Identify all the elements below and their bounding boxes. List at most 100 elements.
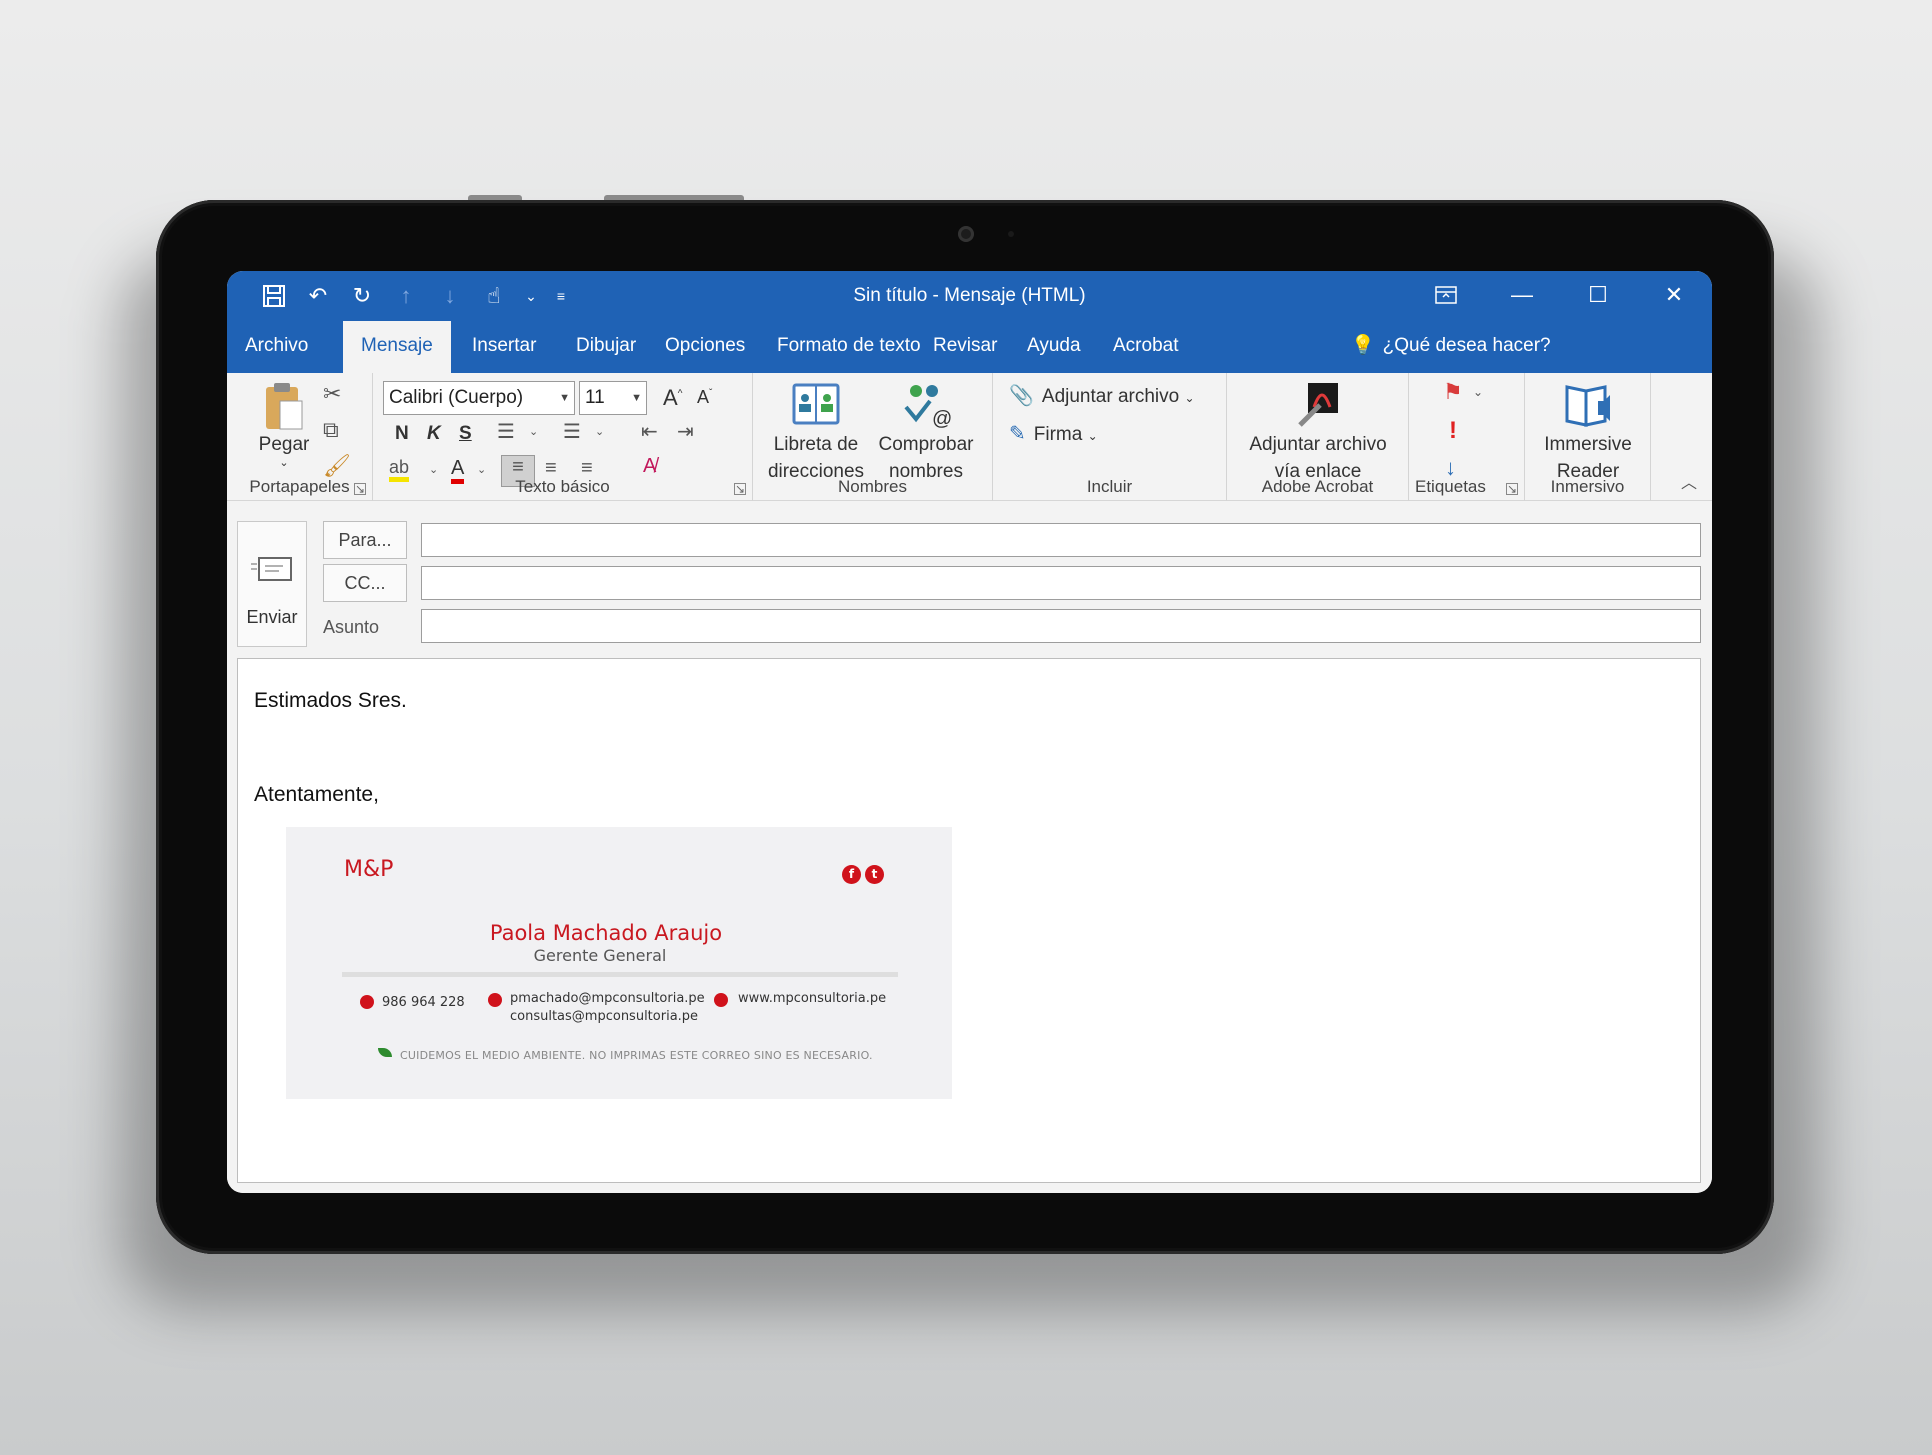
group-include: 📎 Adjuntar archivo ⌄ ✎ Firma ⌄ Incluir	[993, 373, 1227, 501]
to-field[interactable]	[421, 523, 1701, 557]
ribbon: Pegar ⌄ ✂ ⧉ 🖌 Portapapeles ↘ Calibri (Cu…	[227, 373, 1712, 501]
tab-opciones[interactable]: Opciones	[647, 321, 763, 373]
tab-acrobat[interactable]: Acrobat	[1095, 321, 1196, 373]
maximize-icon[interactable]: ☐	[1560, 277, 1636, 313]
paste-icon	[260, 381, 308, 430]
chevron-down-icon[interactable]: ⌄	[429, 463, 438, 476]
underline-button[interactable]: S	[459, 423, 472, 445]
numbering-icon[interactable]: ☰	[563, 419, 581, 444]
signature-email-2[interactable]: consultas@mpconsultoria.pe	[510, 1009, 698, 1024]
leaf-icon	[378, 1048, 392, 1057]
immersive-reader-button[interactable]: Immersive Reader	[1531, 381, 1645, 485]
group-names: Libreta de direcciones @ Comprobar nombr…	[753, 373, 993, 501]
clear-formatting-icon[interactable]: A̸	[643, 455, 656, 478]
close-icon[interactable]: ✕	[1636, 277, 1712, 313]
high-importance-icon[interactable]: !	[1449, 417, 1457, 445]
divider	[342, 972, 898, 977]
collapse-ribbon-icon[interactable]: ︿	[1681, 469, 1697, 493]
group-label: Inmersivo	[1550, 477, 1625, 496]
title-bar: ↶ ↻ ↑ ↓ ☝ ⌄ ≡ Sin título - Mensaje (HTML…	[227, 271, 1712, 321]
dialog-launcher-icon[interactable]: ↘	[1506, 483, 1518, 495]
check-names-icon: @	[902, 381, 952, 430]
cc-button[interactable]: CC...	[323, 564, 407, 602]
ribbon-tabs: Archivo Mensaje Insertar Dibujar Opcione…	[227, 321, 1712, 373]
subject-label: Asunto	[323, 617, 380, 637]
tell-me-search[interactable]: 💡 ¿Qué desea hacer?	[1333, 321, 1569, 373]
chevron-down-icon: ⌄	[1184, 391, 1195, 405]
send-button[interactable]: Enviar	[237, 521, 307, 647]
highlight-icon[interactable]: ab	[389, 457, 410, 482]
camera-icon	[958, 226, 974, 242]
dropdown-arrow-icon: ▼	[559, 392, 570, 404]
flag-icon[interactable]: ⚑	[1443, 379, 1463, 405]
twitter-icon[interactable]: t	[865, 865, 884, 884]
shrink-font-icon[interactable]: Aˇ	[697, 387, 712, 408]
format-painter-icon[interactable]: 🖌	[323, 453, 351, 479]
signature-name: Paola Machado Araujo	[489, 921, 723, 945]
group-adobe-acrobat: Adjuntar archivo vía enlace Adobe Acroba…	[1227, 373, 1409, 501]
tab-revisar[interactable]: Revisar	[915, 321, 1015, 373]
italic-button[interactable]: K	[427, 423, 441, 445]
group-basic-text: Calibri (Cuerpo) ▼ 11 ▼ A^ Aˇ N K S ☰ ⌄ ☰ …	[373, 373, 753, 501]
phone-icon	[360, 995, 374, 1009]
check-names-button[interactable]: @ Comprobar nombres	[871, 381, 981, 485]
outlook-window: ↶ ↻ ↑ ↓ ☝ ⌄ ≡ Sin título - Mensaje (HTML…	[227, 271, 1712, 1193]
body-greeting: Estimados Sres.	[254, 689, 407, 712]
grow-font-icon[interactable]: A^	[663, 385, 682, 411]
minimize-icon[interactable]: —	[1484, 277, 1560, 313]
body-closing: Atentamente,	[254, 783, 379, 806]
copy-icon[interactable]: ⧉	[323, 417, 339, 443]
attach-file-button[interactable]: 📎 Adjuntar archivo ⌄	[1009, 383, 1195, 408]
address-book-button[interactable]: Libreta de direcciones	[765, 381, 867, 485]
increase-indent-icon[interactable]: ⇥	[677, 419, 694, 444]
chevron-down-icon[interactable]: ⌄	[595, 425, 604, 438]
tab-insertar[interactable]: Insertar	[454, 321, 554, 373]
group-tags: ⚑ ⌄ ! ↓ Etiquetas ↘	[1409, 373, 1525, 501]
signature-button[interactable]: ✎ Firma ⌄	[1009, 421, 1098, 446]
chevron-down-icon[interactable]: ⌄	[529, 425, 538, 438]
globe-icon	[714, 993, 728, 1007]
tab-mensaje[interactable]: Mensaje	[343, 321, 451, 373]
group-clipboard: Pegar ⌄ ✂ ⧉ 🖌 Portapapeles ↘	[227, 373, 373, 501]
tab-formato-de-texto[interactable]: Formato de texto	[759, 321, 939, 373]
tab-ayuda[interactable]: Ayuda	[1009, 321, 1099, 373]
ribbon-display-icon[interactable]	[1408, 277, 1484, 313]
paperclip-icon: 📎	[1009, 385, 1034, 407]
chevron-down-icon[interactable]: ⌄	[477, 463, 486, 476]
group-label: Nombres	[838, 477, 907, 496]
dialog-launcher-icon[interactable]: ↘	[734, 483, 746, 495]
attach-via-link-button[interactable]: Adjuntar archivo vía enlace	[1233, 381, 1403, 485]
chevron-down-icon[interactable]: ⌄	[1473, 385, 1483, 399]
group-label: Incluir	[1086, 477, 1133, 496]
decrease-indent-icon[interactable]: ⇤	[641, 419, 658, 444]
cc-field[interactable]	[421, 566, 1701, 600]
font-name-combo[interactable]: Calibri (Cuerpo) ▼	[383, 381, 575, 415]
lightbulb-icon: 💡	[1351, 335, 1375, 356]
bullets-icon[interactable]: ☰	[497, 419, 515, 444]
tab-archivo[interactable]: Archivo	[227, 321, 326, 373]
to-button[interactable]: Para...	[323, 521, 407, 559]
bold-button[interactable]: N	[395, 423, 409, 445]
svg-text:@: @	[932, 408, 952, 429]
compose-area: Enviar Para... CC... Asunto Estimados Sr…	[227, 501, 1712, 1193]
cut-icon[interactable]: ✂	[323, 381, 341, 407]
signature-role: Gerente General	[533, 946, 667, 965]
environment-note: CUIDEMOS EL MEDIO AMBIENTE. NO IMPRIMAS …	[400, 1049, 873, 1062]
signature-icon: ✎	[1009, 423, 1026, 445]
signature-website[interactable]: www.mpconsultoria.pe	[738, 991, 886, 1006]
group-label: Texto básico	[515, 477, 610, 496]
email-signature: M&P f t Paola Machado Araujo Gerente Gen…	[286, 827, 952, 1099]
facebook-icon[interactable]: f	[842, 865, 861, 884]
immersive-reader-icon	[1564, 381, 1612, 429]
signature-email-1[interactable]: pmachado@mpconsultoria.pe	[510, 991, 705, 1006]
subject-field[interactable]	[421, 609, 1701, 643]
dialog-launcher-icon[interactable]: ↘	[354, 483, 366, 495]
tab-dibujar[interactable]: Dibujar	[558, 321, 654, 373]
group-immersive: Immersive Reader Inmersivo	[1525, 373, 1651, 501]
paste-button[interactable]: Pegar ⌄	[249, 381, 319, 469]
signature-phone: 986 964 228	[382, 995, 465, 1010]
message-body[interactable]: Estimados Sres. Atentamente, M&P f t Pao…	[237, 658, 1701, 1183]
mail-icon	[488, 993, 502, 1007]
font-size-combo[interactable]: 11 ▼	[579, 381, 647, 415]
dropdown-arrow-icon: ▼	[631, 392, 642, 404]
